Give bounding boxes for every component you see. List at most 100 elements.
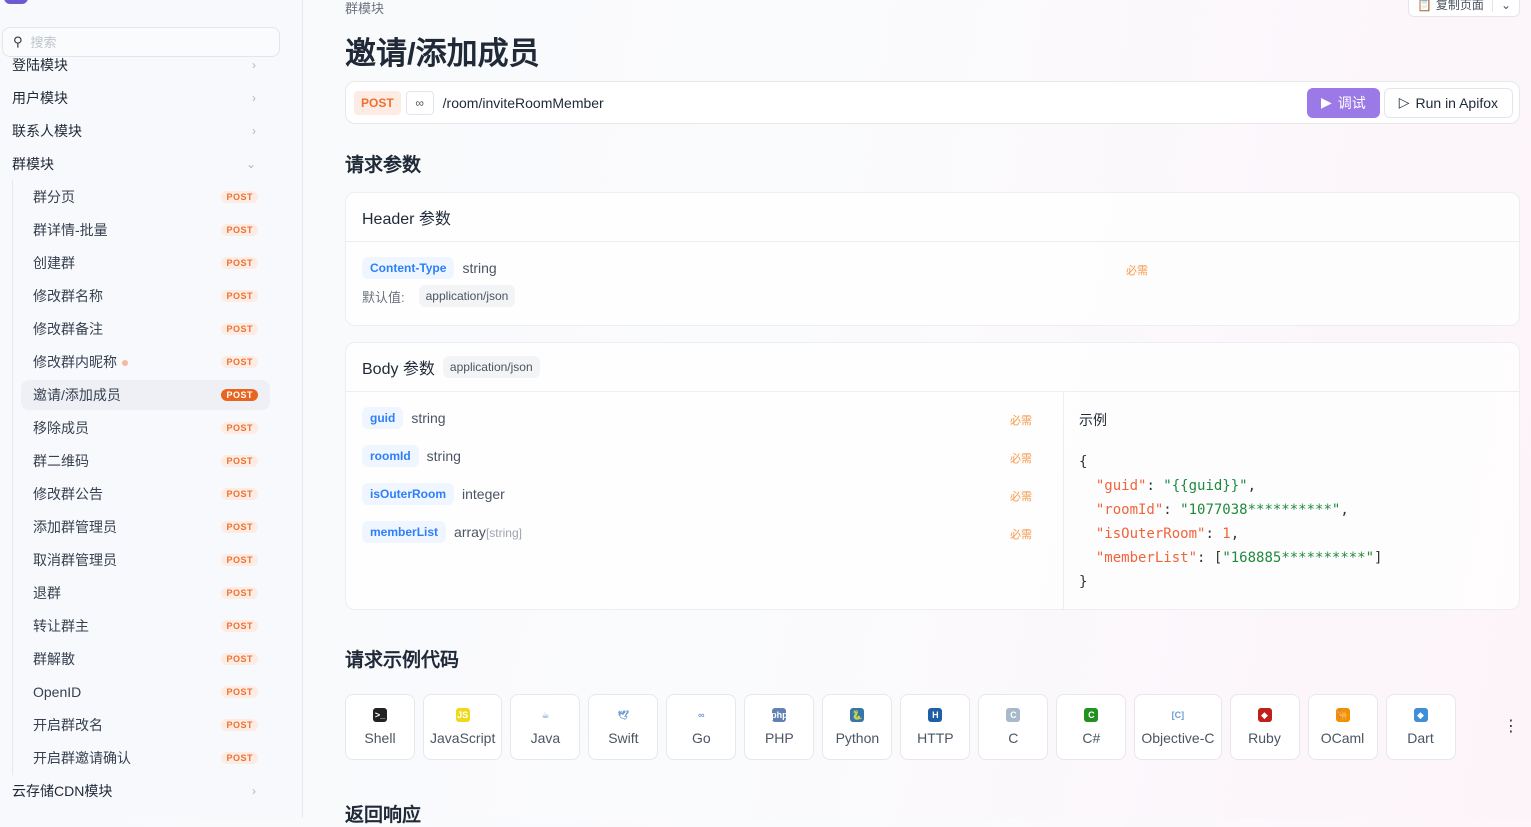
c-icon: C (1084, 708, 1098, 722)
param-name: guid (362, 407, 403, 429)
required-label: 必需 (1010, 488, 1032, 504)
sidebar-endpoint-item[interactable]: 修改群公告POST (21, 479, 270, 509)
language-tab-php[interactable]: phpPHP (744, 694, 814, 760)
language-tab-javascript[interactable]: JSJavaScript (423, 694, 502, 760)
param-type: string (411, 410, 445, 426)
link-icon[interactable]: ∞ (406, 91, 434, 115)
shell-icon: >_ (373, 708, 387, 722)
example-label: 示例 (1079, 410, 1107, 430)
language-label: Go (692, 730, 711, 746)
nav-module-login[interactable]: 登陆模块› (12, 51, 262, 79)
param-type: string (462, 260, 496, 276)
sidebar-endpoint-item[interactable]: 群详情-批量POST (21, 215, 270, 245)
method-badge: POST (221, 752, 258, 764)
sidebar-endpoint-item[interactable]: 退群POST (21, 578, 270, 608)
sidebar-endpoint-item[interactable]: 开启群邀请确认POST (21, 743, 270, 773)
language-tab-java[interactable]: ☕Java (510, 694, 580, 760)
language-tab-shell[interactable]: >_Shell (345, 694, 415, 760)
sidebar-endpoint-item[interactable]: 群二维码POST (21, 446, 270, 476)
example-memberlist: 168885********** (1231, 550, 1366, 566)
nav-module-cdn[interactable]: 云存储CDN模块› (12, 777, 262, 805)
run-label: Run in Apifox (1416, 95, 1499, 111)
dart-icon: ◆ (1414, 708, 1428, 722)
sidebar-endpoint-item[interactable]: 创建群POST (21, 248, 270, 278)
language-tab-go[interactable]: ∞ Go (666, 694, 736, 760)
method-badge: POST (221, 323, 258, 335)
method-badge: POST (221, 455, 258, 467)
body-params-title: Body 参数 (362, 355, 435, 379)
chevron-right-icon: › (252, 784, 256, 798)
sidebar-endpoint-item[interactable]: 群分页POST (21, 182, 270, 212)
go-icon: ∞ (694, 708, 708, 722)
debug-label: 调试 (1338, 93, 1366, 113)
endpoint-label: 退群 (33, 583, 61, 603)
language-tab-dart[interactable]: ◆ Dart (1386, 694, 1456, 760)
content-type-chip: application/json (443, 356, 540, 378)
language-label: Java (531, 730, 561, 746)
language-label: Ruby (1248, 730, 1281, 746)
response-heading: 返回响应 (345, 800, 421, 827)
method-badge: POST (221, 356, 258, 368)
endpoint-label: 创建群 (33, 253, 75, 273)
sidebar-endpoint-item[interactable]: 转让群主POST (21, 611, 270, 641)
sidebar-endpoint-item[interactable]: OpenIDPOST (21, 677, 270, 707)
body-param-row: guid string (362, 407, 446, 429)
param-name: Content-Type (362, 257, 454, 279)
unsaved-dot (122, 360, 128, 366)
language-tab-http[interactable]: HHTTP (900, 694, 970, 760)
nav-module-user[interactable]: 用户模块› (12, 84, 262, 112)
body-params-header: Body 参数 application/json (346, 343, 1519, 392)
sidebar-endpoint-item[interactable]: 修改群备注POST (21, 314, 270, 344)
language-tab-swift[interactable]: 🕊Swift (588, 694, 658, 760)
language-tab-objectivec[interactable]: [C]Objective-C (1134, 694, 1221, 760)
ruby-icon: ◆ (1258, 708, 1272, 722)
language-tab-c[interactable]: CC (978, 694, 1048, 760)
language-label: HTTP (917, 730, 954, 746)
endpoint-label: 开启群改名 (33, 715, 103, 735)
sidebar-endpoint-item[interactable]: 修改群内昵称POST (21, 347, 270, 377)
run-in-apifox-button[interactable]: ▷Run in Apifox (1384, 88, 1513, 118)
language-label: JavaScript (430, 730, 495, 746)
sidebar-endpoint-item[interactable]: 取消群管理员POST (21, 545, 270, 575)
endpoint-label: 添加群管理员 (33, 517, 117, 537)
tree-line (12, 180, 13, 775)
breadcrumb[interactable]: 群模块 (345, 0, 384, 17)
chevron-down-icon[interactable]: ⌄ (1492, 0, 1519, 12)
debug-button[interactable]: ▶调试 (1307, 88, 1380, 118)
sidebar: ⚲ 登陆模块› 用户模块› 联系人模块› 群模块⌄ 群分页POST群详情-批量P… (0, 0, 303, 818)
nav-module-contacts[interactable]: 联系人模块› (12, 117, 262, 145)
language-label: C# (1082, 730, 1100, 746)
language-tab-ocaml[interactable]: 🐫OCaml (1308, 694, 1378, 760)
language-tab-c[interactable]: C C# (1056, 694, 1126, 760)
method-badge: POST (221, 488, 258, 500)
language-tab-ruby[interactable]: ◆ Ruby (1230, 694, 1300, 760)
more-icon[interactable]: ⋮ (1503, 716, 1519, 736)
param-name: memberList (362, 521, 446, 543)
method-badge: POST (221, 290, 258, 302)
sidebar-endpoint-item[interactable]: 邀请/添加成员POST (21, 380, 270, 410)
sidebar-endpoint-item[interactable]: 移除成员POST (21, 413, 270, 443)
sidebar-endpoint-item[interactable]: 开启群改名POST (21, 710, 270, 740)
nav-module-group[interactable]: 群模块⌄ (12, 150, 262, 178)
method-badge: POST (221, 389, 258, 401)
sidebar-endpoint-item[interactable]: 群解散POST (21, 644, 270, 674)
c-icon: C (1006, 708, 1020, 722)
method-badge: POST (221, 191, 258, 203)
method-badge: POST (221, 521, 258, 533)
sidebar-endpoint-item[interactable]: 修改群名称POST (21, 281, 270, 311)
language-tab-python[interactable]: 🐍Python (822, 694, 892, 760)
endpoint-label: 群详情-批量 (33, 220, 108, 240)
language-label: Dart (1407, 730, 1433, 746)
divider (1063, 392, 1064, 610)
sidebar-endpoint-item[interactable]: 添加群管理员 POST (21, 512, 270, 542)
endpoint-bar: POST ∞ /room/inviteRoomMember ▶调试 ▷Run i… (345, 81, 1520, 124)
param-type: array[string] (454, 524, 522, 540)
module-label: 登陆模块 (12, 55, 68, 75)
clipboard-icon: 📋复制页面 (1409, 0, 1492, 13)
language-label: C (1008, 730, 1018, 746)
method-badge: POST (221, 620, 258, 632)
python-icon: 🐍 (850, 708, 864, 722)
example-code: { "guid": "{{guid}}", "roomId": "1077038… (1079, 450, 1382, 594)
copy-page-button[interactable]: 📋复制页面⌄ (1408, 0, 1520, 17)
search-input[interactable] (31, 35, 251, 50)
